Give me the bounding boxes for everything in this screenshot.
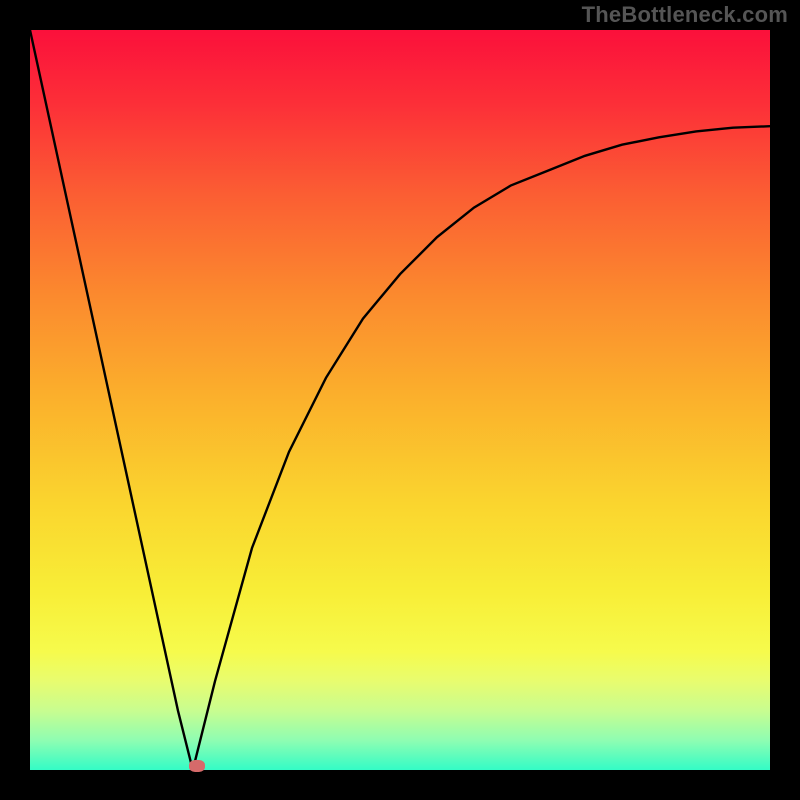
bottleneck-curve [30,30,770,770]
optimal-point-marker [189,760,205,772]
plot-area [30,30,770,770]
watermark-text: TheBottleneck.com [582,2,788,28]
chart-frame: TheBottleneck.com [0,0,800,800]
